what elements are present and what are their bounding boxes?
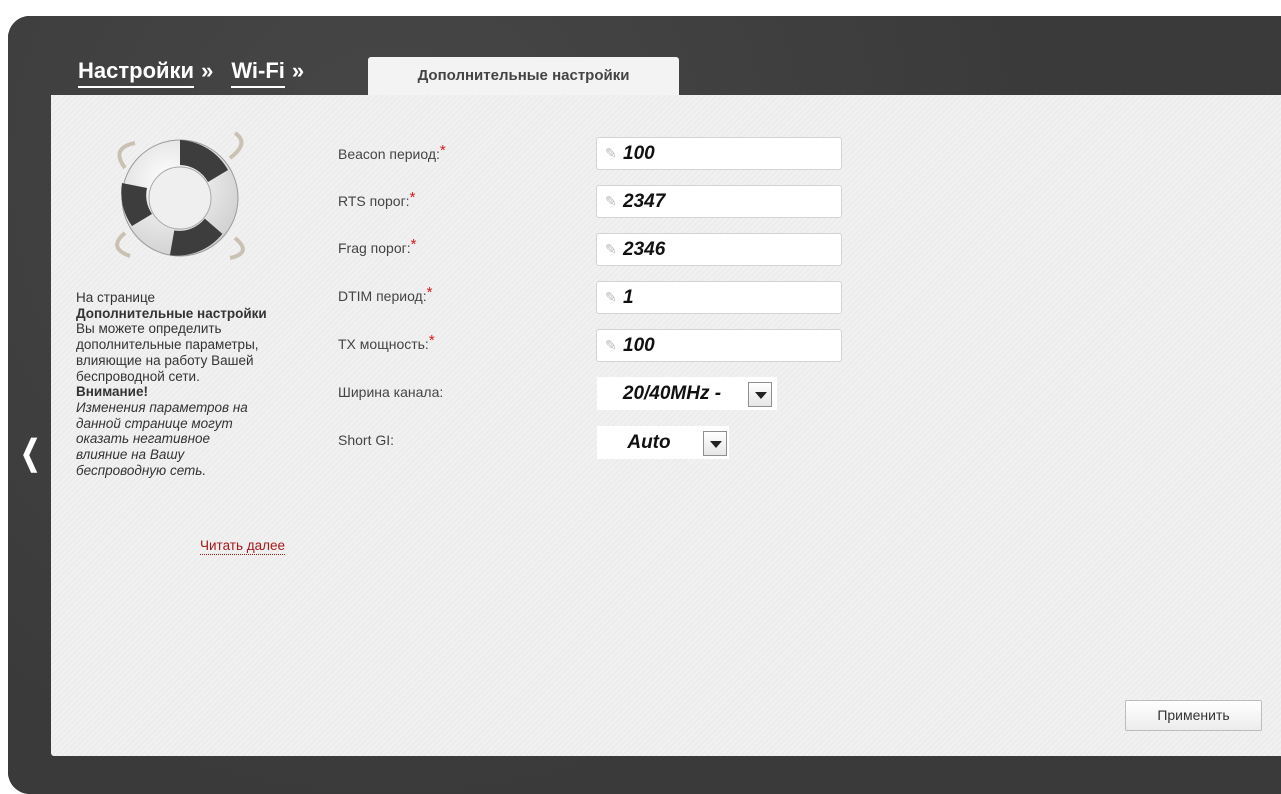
caret-down-icon[interactable] bbox=[703, 431, 727, 456]
tx-power-label: TX мощность:* bbox=[338, 332, 435, 352]
dtim-period-input[interactable]: ✎ 1 bbox=[596, 281, 842, 314]
short-gi-value: Auto bbox=[627, 432, 671, 453]
short-gi-select[interactable]: Auto bbox=[597, 426, 729, 459]
pencil-icon: ✎ bbox=[605, 145, 617, 161]
read-more-link[interactable]: Читать далее bbox=[200, 538, 286, 555]
help-line: дополнительные параметры, bbox=[76, 337, 259, 353]
pencil-icon: ✎ bbox=[605, 337, 617, 353]
apply-button[interactable]: Применить bbox=[1125, 700, 1262, 731]
frag-threshold-input[interactable]: ✎ 2346 bbox=[596, 233, 842, 266]
required-mark: * bbox=[428, 332, 435, 349]
breadcrumb-wifi-link[interactable]: Wi-Fi bbox=[231, 58, 285, 88]
breadcrumb-separator: » bbox=[291, 58, 305, 83]
beacon-period-input[interactable]: ✎ 100 bbox=[596, 137, 842, 170]
help-line: На странице bbox=[76, 290, 156, 305]
caret-down-icon[interactable] bbox=[748, 382, 772, 407]
help-warning-line: Изменения параметров на bbox=[76, 399, 248, 415]
tab-advanced-settings[interactable]: Дополнительные настройки bbox=[368, 57, 679, 95]
required-mark: * bbox=[439, 142, 446, 159]
required-mark: * bbox=[409, 189, 416, 206]
help-page-name: Дополнительные настройки bbox=[76, 305, 267, 321]
frag-label: Frag порог:* bbox=[338, 236, 417, 256]
channel-width-label: Ширина канала: bbox=[338, 384, 444, 400]
help-warning-line: данной странице могут bbox=[76, 415, 233, 431]
dtim-label: DTIM период:* bbox=[338, 284, 433, 304]
breadcrumb-settings-link[interactable]: Настройки bbox=[78, 58, 195, 88]
tx-power-input[interactable]: ✎ 100 bbox=[596, 329, 842, 362]
help-line: беспроводной сети. bbox=[76, 368, 200, 384]
required-mark: * bbox=[410, 236, 417, 253]
help-line: влияющие на работу Вашей bbox=[76, 352, 254, 368]
rts-threshold-input[interactable]: ✎ 2347 bbox=[596, 185, 842, 218]
breadcrumb: Настройки » Wi-Fi » bbox=[78, 58, 322, 88]
short-gi-label: Short GI: bbox=[338, 432, 395, 448]
rts-label: RTS порог:* bbox=[338, 189, 416, 209]
lifebuoy-icon bbox=[115, 131, 245, 260]
chevron-left-icon[interactable]: ❮ bbox=[20, 436, 40, 470]
channel-width-select[interactable]: 20/40MHz - bbox=[597, 377, 777, 410]
pencil-icon: ✎ bbox=[605, 241, 617, 257]
required-mark: * bbox=[426, 284, 433, 301]
channel-width-value: 20/40MHz - bbox=[622, 383, 722, 404]
pencil-icon: ✎ bbox=[605, 289, 617, 305]
help-warning-line: оказать негативное bbox=[76, 431, 211, 447]
help-description: На странице Дополнительные настройки Вы … bbox=[76, 290, 304, 478]
help-line: Вы можете определить bbox=[76, 321, 222, 337]
help-warning-line: влияние на Вашу bbox=[76, 447, 185, 463]
beacon-label: Beacon период:* bbox=[338, 142, 446, 162]
breadcrumb-separator: » bbox=[201, 58, 214, 83]
help-warning-line: беспроводную сеть. bbox=[76, 462, 207, 478]
pencil-icon: ✎ bbox=[605, 193, 617, 209]
help-warning-title: Внимание! bbox=[76, 384, 148, 400]
